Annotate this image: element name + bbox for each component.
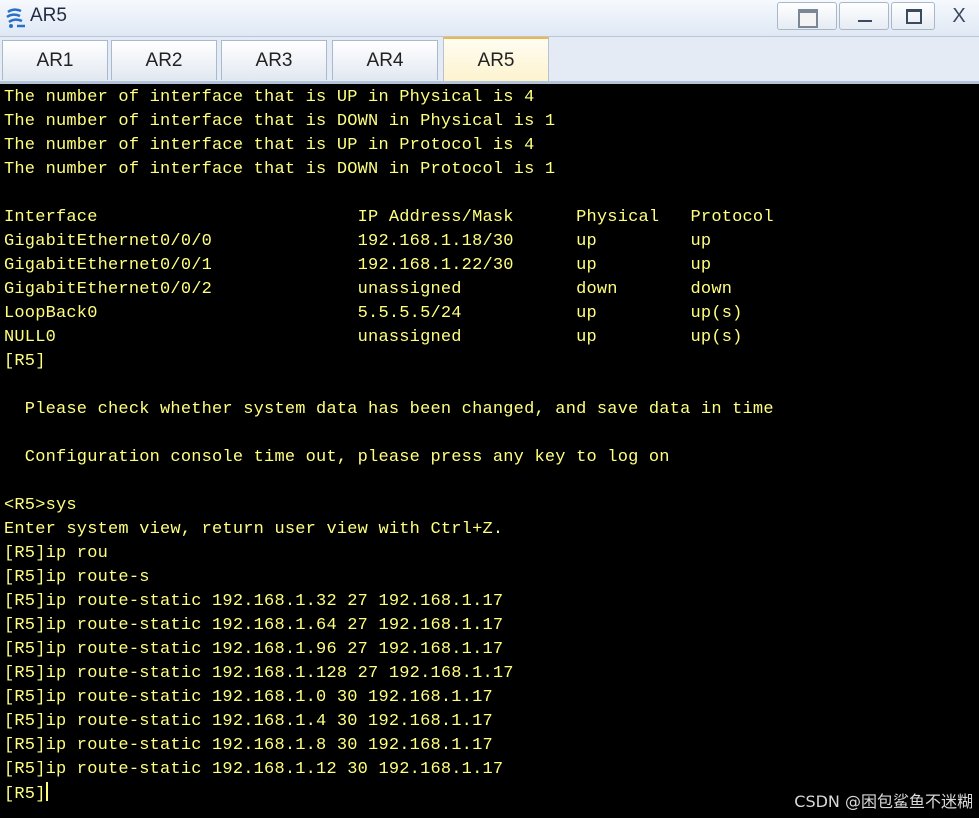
terminal-line: [R5]ip route-static 192.168.1.4 30 192.1… <box>4 712 493 731</box>
text-cursor <box>45 782 48 801</box>
terminal-line: GigabitEthernet0/0/2 unassigned down dow… <box>4 280 733 299</box>
minimize-icon <box>858 20 872 22</box>
maximize-icon <box>906 9 922 24</box>
tab-ar2[interactable]: AR2 <box>111 40 217 80</box>
terminal-line: [R5] <box>4 352 46 371</box>
tab-ar1[interactable]: AR1 <box>2 40 108 80</box>
terminal-line: <R5>sys <box>4 496 77 515</box>
terminal-line: NULL0 unassigned up up(s) <box>4 328 743 347</box>
terminal-line: LoopBack0 5.5.5.5/24 up up(s) <box>4 304 743 323</box>
terminal-line: The number of interface that is DOWN in … <box>4 112 556 131</box>
terminal-line: [R5]ip route-static 192.168.1.8 30 192.1… <box>4 736 493 755</box>
terminal-line: GigabitEthernet0/0/0 192.168.1.18/30 up … <box>4 232 712 251</box>
terminal-prompt: [R5] <box>4 785 46 804</box>
terminal-line: [R5]ip route-static 192.168.1.64 27 192.… <box>4 616 504 635</box>
tab-ar5[interactable]: AR5 <box>443 37 549 81</box>
minimize-button[interactable] <box>839 2 889 30</box>
maximize-button[interactable] <box>891 2 935 30</box>
restore-icon <box>798 9 818 28</box>
terminal-output: The number of interface that is UP in Ph… <box>4 86 774 806</box>
terminal-line: Please check whether system data has bee… <box>4 400 774 419</box>
terminal-line: Enter system view, return user view with… <box>4 520 504 539</box>
terminal-line: [R5]ip rou <box>4 544 109 563</box>
terminal-line: The number of interface that is UP in Ph… <box>4 88 535 107</box>
terminal-prompt-line[interactable]: [R5] <box>4 782 774 806</box>
terminal-line: [R5]ip route-static 192.168.1.12 30 192.… <box>4 760 504 779</box>
router-app-icon <box>6 8 25 28</box>
restore-button[interactable] <box>777 2 837 30</box>
device-tab-bar: AR1 AR2 AR3 AR4 AR5 <box>0 37 979 84</box>
terminal-line: [R5]ip route-s <box>4 568 150 587</box>
terminal-line: [R5]ip route-static 192.168.1.32 27 192.… <box>4 592 504 611</box>
terminal-console[interactable]: The number of interface that is UP in Ph… <box>0 84 979 818</box>
terminal-line: Interface IP Address/Mask Physical Proto… <box>4 208 774 227</box>
window-title: AR5 <box>30 5 67 26</box>
terminal-line: [R5]ip route-static 192.168.1.96 27 192.… <box>4 640 504 659</box>
terminal-line: [R5]ip route-static 192.168.1.0 30 192.1… <box>4 688 493 707</box>
tab-ar3[interactable]: AR3 <box>221 40 327 80</box>
router-console-window: AR5 X AR1 AR2 AR3 AR4 AR5 The number of … <box>0 0 979 818</box>
title-bar[interactable]: AR5 X <box>0 0 979 37</box>
close-button[interactable]: X <box>939 2 979 30</box>
terminal-line: GigabitEthernet0/0/1 192.168.1.22/30 up … <box>4 256 712 275</box>
terminal-line: The number of interface that is UP in Pr… <box>4 136 535 155</box>
terminal-line: The number of interface that is DOWN in … <box>4 160 556 179</box>
watermark: CSDN @困包鲨鱼不迷糊 <box>794 792 973 811</box>
terminal-line: [R5]ip route-static 192.168.1.128 27 192… <box>4 664 514 683</box>
terminal-line: Configuration console time out, please p… <box>4 448 670 467</box>
tab-ar4[interactable]: AR4 <box>332 40 438 80</box>
